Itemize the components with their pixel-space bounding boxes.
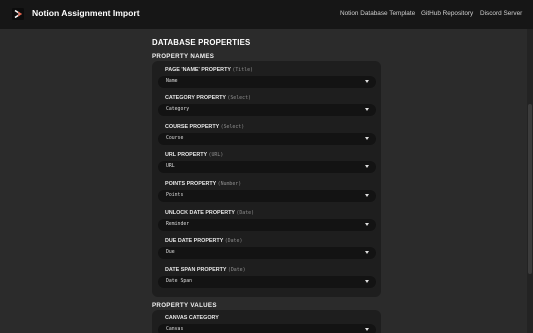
top-navbar: Notion Assignment Import Notion Database…	[0, 0, 533, 29]
select-name-property[interactable]: Name	[158, 76, 376, 88]
app-title: Notion Assignment Import	[32, 8, 140, 18]
select-date-span-property[interactable]: Date Span	[158, 276, 376, 288]
field-label-unlock-date: UNLOCK DATE PROPERTY (Date)	[165, 210, 255, 216]
select-unlock-date-property[interactable]: Reminder	[158, 219, 376, 231]
chevron-down-icon	[365, 328, 369, 331]
chevron-down-icon	[365, 251, 369, 254]
field-label-points: POINTS PROPERTY (Number)	[165, 181, 242, 187]
field-label-course: COURSE PROPERTY (Select)	[165, 124, 245, 130]
select-category-property[interactable]: Category	[158, 104, 376, 116]
field-label-canvas-category: CANVAS CATEGORY	[165, 315, 219, 321]
select-points-property[interactable]: Points	[158, 190, 376, 202]
nav-link-github[interactable]: GitHub Repository	[421, 10, 473, 17]
property-values-heading: PROPERTY VALUES	[152, 302, 217, 309]
chevron-down-icon	[365, 165, 369, 168]
select-url-property[interactable]: URL	[158, 161, 376, 173]
database-properties-heading: DATABASE PROPERTIES	[152, 38, 251, 47]
chevron-down-icon	[365, 80, 369, 83]
select-course-property[interactable]: Course	[158, 133, 376, 145]
field-label-due-date: DUE DATE PROPERTY (Date)	[165, 238, 243, 244]
field-label-category: CATEGORY PROPERTY (Select)	[165, 95, 251, 101]
field-label-date-span: DATE SPAN PROPERTY (Date)	[165, 267, 246, 273]
app-logo-icon	[12, 8, 24, 20]
property-names-heading: PROPERTY NAMES	[152, 53, 215, 60]
nav-link-notion-template[interactable]: Notion Database Template	[340, 10, 415, 17]
chevron-down-icon	[365, 108, 369, 111]
nav-link-discord[interactable]: Discord Server	[480, 10, 522, 17]
chevron-down-icon	[365, 280, 369, 283]
chevron-down-icon	[365, 137, 369, 140]
select-due-date-property[interactable]: Due	[158, 247, 376, 259]
select-canvas-category[interactable]: Canvas	[158, 324, 376, 333]
chevron-down-icon	[365, 223, 369, 226]
field-label-name: PAGE 'NAME' PROPERTY (Title)	[165, 67, 253, 73]
scrollbar-thumb[interactable]	[528, 104, 532, 274]
field-label-url: URL PROPERTY (URL)	[165, 152, 224, 158]
chevron-down-icon	[365, 194, 369, 197]
page-scrollbar[interactable]	[527, 29, 533, 333]
